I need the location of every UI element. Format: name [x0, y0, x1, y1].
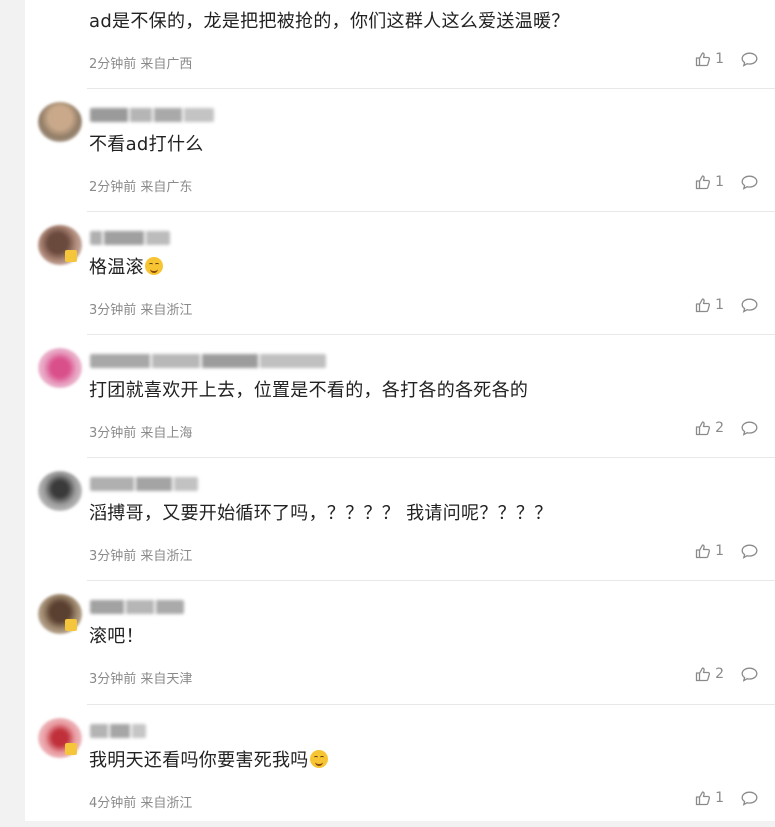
like-button[interactable]: 1 — [695, 543, 724, 559]
comment-meta: 3分钟前 来自上海 — [89, 422, 192, 441]
comment-text: ad是不保的，龙是把把被抢的，你们这群人这么爱送温暖？ — [89, 11, 570, 32]
like-count: 1 — [715, 790, 724, 806]
divider — [87, 88, 775, 89]
comment-item: 不看ad打什么 2分钟前 来自广东 1 — [25, 88, 775, 211]
thumbs-up-icon — [695, 667, 711, 682]
comment-list: ad是不保的，龙是把把被抢的，你们这群人这么爱送温暖？ 2分钟前 来自广西 1 … — [25, 0, 775, 821]
comment-location: 来自天津 — [140, 672, 193, 687]
like-count: 1 — [715, 297, 724, 313]
like-count: 2 — [715, 666, 724, 682]
reply-button[interactable] — [741, 421, 758, 440]
comment-text: 打团就喜欢开上去，位置是不看的，各打各的各死各的 — [89, 380, 529, 401]
comment-time: 2分钟前 — [89, 180, 137, 195]
comment-location: 来自广东 — [140, 180, 193, 195]
reply-button[interactable] — [741, 544, 758, 563]
comment-text: 格温滚 — [89, 253, 163, 279]
comment-location: 来自浙江 — [140, 549, 193, 564]
thumbs-up-icon — [695, 421, 711, 436]
smile-emoji-icon — [309, 750, 328, 768]
avatar[interactable] — [38, 102, 82, 142]
comment-text: 我明天还看吗你要害死我吗 — [89, 746, 328, 772]
comment-meta: 4分钟前 来自浙江 — [89, 792, 192, 811]
like-count: 1 — [715, 543, 724, 559]
comment-location: 来自浙江 — [140, 303, 193, 318]
thumbs-up-icon — [695, 298, 711, 313]
comment-time: 4分钟前 — [89, 796, 137, 811]
like-button[interactable]: 2 — [695, 666, 724, 682]
reply-button[interactable] — [741, 791, 758, 810]
vip-badge — [65, 619, 77, 631]
comment-meta: 2分钟前 来自广西 — [89, 53, 192, 72]
reply-button[interactable] — [741, 52, 758, 71]
comment-bubble-icon — [741, 175, 758, 190]
username-redacted[interactable] — [90, 724, 146, 738]
divider — [87, 704, 775, 705]
like-count: 1 — [715, 51, 724, 67]
like-button[interactable]: 1 — [695, 297, 724, 313]
like-count: 1 — [715, 174, 724, 190]
comment-text: 不看ad打什么 — [89, 134, 204, 155]
reply-button[interactable] — [741, 175, 758, 194]
comment-time: 3分钟前 — [89, 672, 137, 687]
like-button[interactable]: 1 — [695, 174, 724, 190]
comment-text-content: 格温滚 — [89, 257, 144, 278]
comment-meta: 2分钟前 来自广东 — [89, 176, 192, 195]
comment-time: 3分钟前 — [89, 303, 137, 318]
comment-bubble-icon — [741, 791, 758, 806]
divider — [87, 211, 775, 212]
comment-location: 来自上海 — [140, 426, 193, 441]
comment-time: 3分钟前 — [89, 426, 137, 441]
vip-badge — [65, 250, 77, 262]
like-button[interactable]: 2 — [695, 420, 724, 436]
comment-bubble-icon — [741, 52, 758, 67]
like-button[interactable]: 1 — [695, 51, 724, 67]
comment-item: ad是不保的，龙是把把被抢的，你们这群人这么爱送温暖？ 2分钟前 来自广西 1 — [25, 0, 775, 88]
comment-item: 滚吧！ 3分钟前 来自天津 2 — [25, 580, 775, 703]
divider — [87, 334, 775, 335]
comment-meta: 3分钟前 来自浙江 — [89, 299, 192, 318]
reply-button[interactable] — [741, 667, 758, 686]
avatar[interactable] — [38, 348, 82, 388]
like-button[interactable]: 1 — [695, 790, 724, 806]
comment-bubble-icon — [741, 667, 758, 682]
avatar[interactable] — [38, 471, 82, 511]
reply-button[interactable] — [741, 298, 758, 317]
comment-item: 打团就喜欢开上去，位置是不看的，各打各的各死各的 3分钟前 来自上海 2 — [25, 334, 775, 457]
laugh-emoji-icon — [144, 257, 163, 275]
divider — [87, 580, 775, 581]
comment-text: 滔搏哥，又要开始循环了吗，？？？？ 我请问呢？？？？ — [89, 503, 553, 524]
comment-meta: 3分钟前 来自浙江 — [89, 545, 192, 564]
comment-bubble-icon — [741, 421, 758, 436]
like-count: 2 — [715, 420, 724, 436]
comment-text-content: 我明天还看吗你要害死我吗 — [89, 750, 309, 771]
comment-meta: 3分钟前 来自天津 — [89, 668, 192, 687]
comment-text: 滚吧！ — [89, 626, 144, 647]
thumbs-up-icon — [695, 791, 711, 806]
comment-item: 我明天还看吗你要害死我吗 4分钟前 来自浙江 1 — [25, 704, 775, 827]
comment-bubble-icon — [741, 298, 758, 313]
username-redacted[interactable] — [90, 231, 170, 245]
comment-item: 格温滚 3分钟前 来自浙江 1 — [25, 211, 775, 334]
username-redacted[interactable] — [90, 108, 214, 122]
thumbs-up-icon — [695, 544, 711, 559]
comment-item: 滔搏哥，又要开始循环了吗，？？？？ 我请问呢？？？？ 3分钟前 来自浙江 1 — [25, 457, 775, 580]
comment-location: 来自广西 — [140, 57, 193, 72]
username-redacted[interactable] — [90, 477, 198, 491]
comment-location: 来自浙江 — [140, 796, 193, 811]
vip-badge — [65, 743, 77, 755]
comment-time: 2分钟前 — [89, 57, 137, 72]
comment-bubble-icon — [741, 544, 758, 559]
divider — [87, 457, 775, 458]
username-redacted[interactable] — [90, 354, 326, 368]
username-redacted[interactable] — [90, 600, 184, 614]
thumbs-up-icon — [695, 52, 711, 67]
comment-time: 3分钟前 — [89, 549, 137, 564]
thumbs-up-icon — [695, 175, 711, 190]
